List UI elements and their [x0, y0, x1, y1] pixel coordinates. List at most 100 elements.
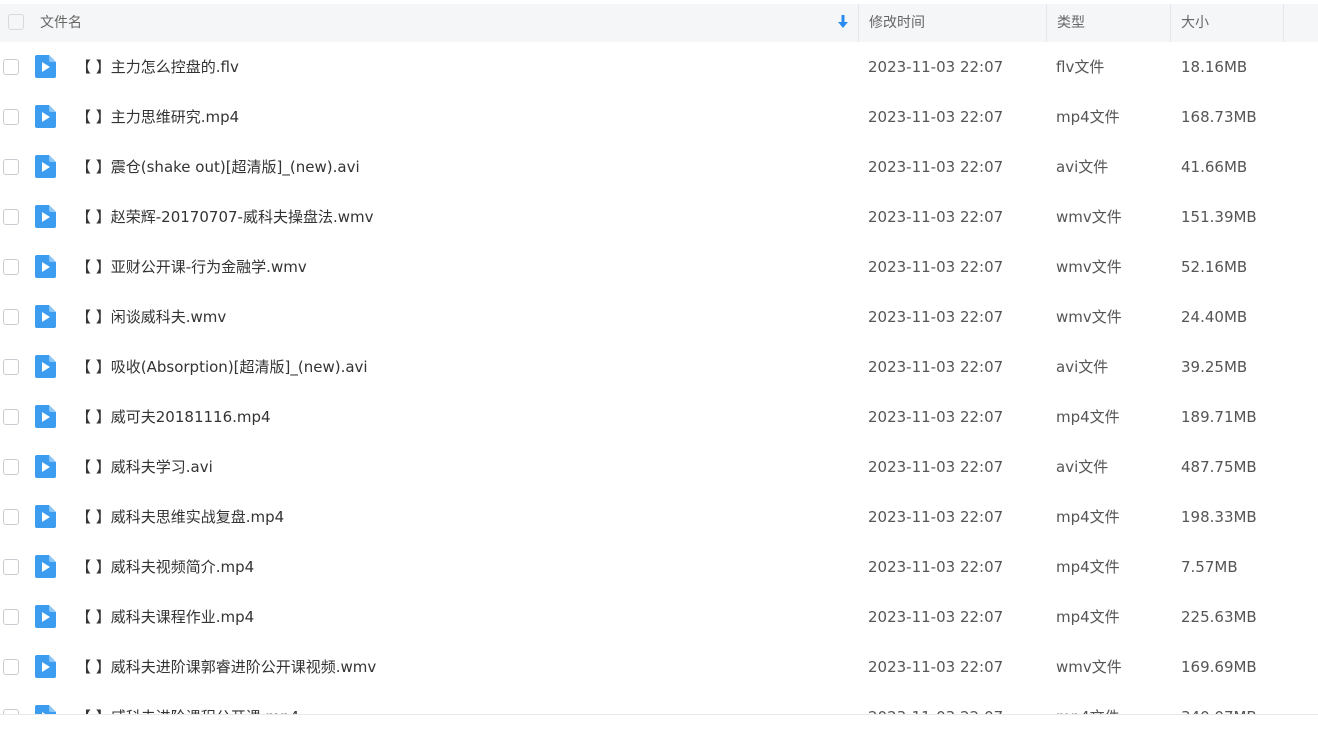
- file-row[interactable]: 【 】震仓(shake out)[超清版]_(new).avi 2023-11-…: [0, 142, 1318, 192]
- video-file-icon: [35, 405, 56, 428]
- file-name[interactable]: 【 】亚财公开课-行为金融学.wmv: [76, 242, 307, 292]
- file-name[interactable]: 【 】威科夫进阶课郭睿进阶公开课视频.wmv: [76, 642, 376, 692]
- file-row[interactable]: 【 】亚财公开课-行为金融学.wmv 2023-11-03 22:07 wmv文…: [0, 242, 1318, 292]
- file-modified-date: 2023-11-03 22:07: [868, 558, 1004, 576]
- video-file-icon: [35, 255, 56, 278]
- file-row[interactable]: 【 】主力怎么控盘的.flv 2023-11-03 22:07 flv文件 18…: [0, 42, 1318, 92]
- file-row[interactable]: 【 】威科夫进阶课程公开课.mp4 2023-11-03 22:07 mp4文件…: [0, 692, 1318, 714]
- row-checkbox[interactable]: [3, 159, 19, 175]
- file-row[interactable]: 【 】威科夫思维实战复盘.mp4 2023-11-03 22:07 mp4文件 …: [0, 492, 1318, 542]
- file-name[interactable]: 【 】威科夫思维实战复盘.mp4: [76, 492, 284, 542]
- file-modified-date: 2023-11-03 22:07: [868, 308, 1004, 326]
- file-size: 189.71MB: [1181, 408, 1257, 426]
- file-type: mp4文件: [1056, 692, 1120, 714]
- file-size: 487.75MB: [1181, 458, 1257, 476]
- file-modified-date: 2023-11-03 22:07: [868, 458, 1004, 476]
- column-header-name[interactable]: 文件名: [30, 4, 858, 42]
- file-size: 52.16MB: [1181, 258, 1248, 276]
- file-row[interactable]: 【 】威可夫20181116.mp4 2023-11-03 22:07 mp4文…: [0, 392, 1318, 442]
- file-name[interactable]: 【 】闲谈威科夫.wmv: [76, 292, 226, 342]
- list-header: 文件名 修改时间 类型 大小: [0, 4, 1318, 42]
- video-file-icon: [35, 455, 56, 478]
- file-modified-date: 2023-11-03 22:07: [868, 658, 1004, 676]
- video-file-icon: [35, 555, 56, 578]
- file-row[interactable]: 【 】赵荣辉-20170707-威科夫操盘法.wmv 2023-11-03 22…: [0, 192, 1318, 242]
- file-size: 18.16MB: [1181, 58, 1248, 76]
- row-checkbox[interactable]: [3, 459, 19, 475]
- row-checkbox[interactable]: [3, 609, 19, 625]
- file-type: wmv文件: [1056, 308, 1122, 326]
- video-file-icon: [35, 305, 56, 328]
- sort-down-arrow-icon[interactable]: [838, 15, 848, 29]
- file-name[interactable]: 【 】震仓(shake out)[超清版]_(new).avi: [76, 142, 360, 192]
- row-checkbox[interactable]: [3, 59, 19, 75]
- video-file-icon: [35, 705, 56, 714]
- file-modified-date: 2023-11-03 22:07: [868, 258, 1004, 276]
- video-file-icon: [35, 205, 56, 228]
- column-header-date[interactable]: 修改时间: [858, 4, 1046, 42]
- file-size: 7.57MB: [1181, 558, 1238, 576]
- file-type: mp4文件: [1056, 558, 1120, 576]
- file-modified-date: 2023-11-03 22:07: [868, 508, 1004, 526]
- file-name[interactable]: 【 】吸收(Absorption)[超清版]_(new).avi: [76, 342, 368, 392]
- file-row[interactable]: 【 】吸收(Absorption)[超清版]_(new).avi 2023-11…: [0, 342, 1318, 392]
- file-modified-date: 2023-11-03 22:07: [868, 358, 1004, 376]
- video-file-icon: [35, 355, 56, 378]
- file-row[interactable]: 【 】威科夫进阶课郭睿进阶公开课视频.wmv 2023-11-03 22:07 …: [0, 642, 1318, 692]
- file-modified-date: 2023-11-03 22:07: [868, 158, 1004, 176]
- file-row[interactable]: 【 】闲谈威科夫.wmv 2023-11-03 22:07 wmv文件 24.4…: [0, 292, 1318, 342]
- file-name[interactable]: 【 】威科夫进阶课程公开课.mp4: [76, 692, 299, 714]
- file-modified-date: 2023-11-03 22:07: [868, 408, 1004, 426]
- select-all-checkbox[interactable]: [8, 14, 24, 30]
- row-checkbox[interactable]: [3, 509, 19, 525]
- video-file-icon: [35, 55, 56, 78]
- column-header-date-label: 修改时间: [869, 15, 925, 31]
- file-rows: 【 】主力怎么控盘的.flv 2023-11-03 22:07 flv文件 18…: [0, 42, 1318, 714]
- column-header-type[interactable]: 类型: [1046, 4, 1170, 42]
- file-name[interactable]: 【 】主力思维研究.mp4: [76, 92, 239, 142]
- file-size: 198.33MB: [1181, 508, 1257, 526]
- file-type: wmv文件: [1056, 258, 1122, 276]
- row-checkbox[interactable]: [3, 559, 19, 575]
- file-size: 41.66MB: [1181, 158, 1248, 176]
- row-checkbox[interactable]: [3, 659, 19, 675]
- row-checkbox[interactable]: [3, 359, 19, 375]
- file-row[interactable]: 【 】威科夫视频简介.mp4 2023-11-03 22:07 mp4文件 7.…: [0, 542, 1318, 592]
- column-header-size[interactable]: 大小: [1170, 4, 1283, 42]
- row-checkbox[interactable]: [3, 409, 19, 425]
- file-name[interactable]: 【 】威科夫学习.avi: [76, 442, 213, 492]
- file-type: wmv文件: [1056, 658, 1122, 676]
- video-file-icon: [35, 155, 56, 178]
- row-checkbox[interactable]: [3, 209, 19, 225]
- file-name[interactable]: 【 】威科夫课程作业.mp4: [76, 592, 254, 642]
- row-checkbox[interactable]: [3, 309, 19, 325]
- file-type: avi文件: [1056, 358, 1109, 376]
- file-type: mp4文件: [1056, 608, 1120, 626]
- file-modified-date: 2023-11-03 22:07: [868, 208, 1004, 226]
- file-size: 24.40MB: [1181, 308, 1248, 326]
- row-checkbox[interactable]: [3, 259, 19, 275]
- row-checkbox[interactable]: [3, 109, 19, 125]
- file-list: 文件名 修改时间 类型 大小 【 】主力怎么控盘的.flv 2023-11-03…: [0, 0, 1318, 742]
- file-name[interactable]: 【 】主力怎么控盘的.flv: [76, 42, 239, 92]
- file-size: 39.25MB: [1181, 358, 1248, 376]
- video-file-icon: [35, 605, 56, 628]
- column-header-name-label: 文件名: [40, 15, 82, 31]
- file-size: 151.39MB: [1181, 208, 1257, 226]
- file-row[interactable]: 【 】主力思维研究.mp4 2023-11-03 22:07 mp4文件 168…: [0, 92, 1318, 142]
- file-name[interactable]: 【 】威科夫视频简介.mp4: [76, 542, 254, 592]
- file-modified-date: 2023-11-03 22:07: [868, 692, 1003, 714]
- video-file-icon: [35, 105, 56, 128]
- file-row[interactable]: 【 】威科夫学习.avi 2023-11-03 22:07 avi文件 487.…: [0, 442, 1318, 492]
- file-modified-date: 2023-11-03 22:07: [868, 108, 1004, 126]
- file-name[interactable]: 【 】赵荣辉-20170707-威科夫操盘法.wmv: [76, 192, 373, 242]
- file-size: 340.07MB: [1181, 692, 1257, 714]
- column-header-extra: [1283, 4, 1318, 42]
- file-type: mp4文件: [1056, 108, 1120, 126]
- file-size: 169.69MB: [1181, 658, 1257, 676]
- file-row[interactable]: 【 】威科夫课程作业.mp4 2023-11-03 22:07 mp4文件 22…: [0, 592, 1318, 642]
- file-name[interactable]: 【 】威可夫20181116.mp4: [76, 392, 271, 442]
- file-modified-date: 2023-11-03 22:07: [868, 608, 1004, 626]
- file-type: wmv文件: [1056, 208, 1122, 226]
- file-size: 225.63MB: [1181, 608, 1257, 626]
